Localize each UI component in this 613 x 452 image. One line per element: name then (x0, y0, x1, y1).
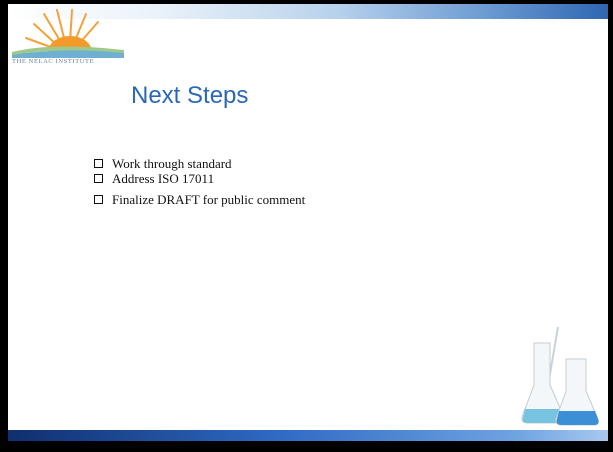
slide: THE NELAC INSTITUTE Next Steps Work thro… (8, 4, 608, 441)
list-item: Address ISO 17011 (94, 171, 305, 186)
bullet-list: Work through standard Address ISO 17011 … (94, 156, 305, 207)
list-item-label: Address ISO 17011 (112, 170, 215, 186)
checkbox-icon (94, 159, 103, 168)
logo-text: THE NELAC INSTITUTE (12, 58, 95, 65)
checkbox-icon (94, 195, 103, 204)
list-item: Finalize DRAFT for public comment (94, 192, 305, 207)
lab-flasks-icon (521, 326, 599, 426)
list-item: Work through standard (94, 156, 305, 171)
list-item-label: Finalize DRAFT for public comment (112, 191, 306, 207)
bottom-gradient-bar (8, 430, 608, 441)
checkbox-icon (94, 174, 103, 183)
nelac-logo: THE NELAC INSTITUTE (12, 8, 124, 68)
list-item-label: Work through standard (112, 155, 232, 171)
sunrise-logo-icon (12, 9, 124, 58)
page-title: Next Steps (131, 82, 249, 109)
